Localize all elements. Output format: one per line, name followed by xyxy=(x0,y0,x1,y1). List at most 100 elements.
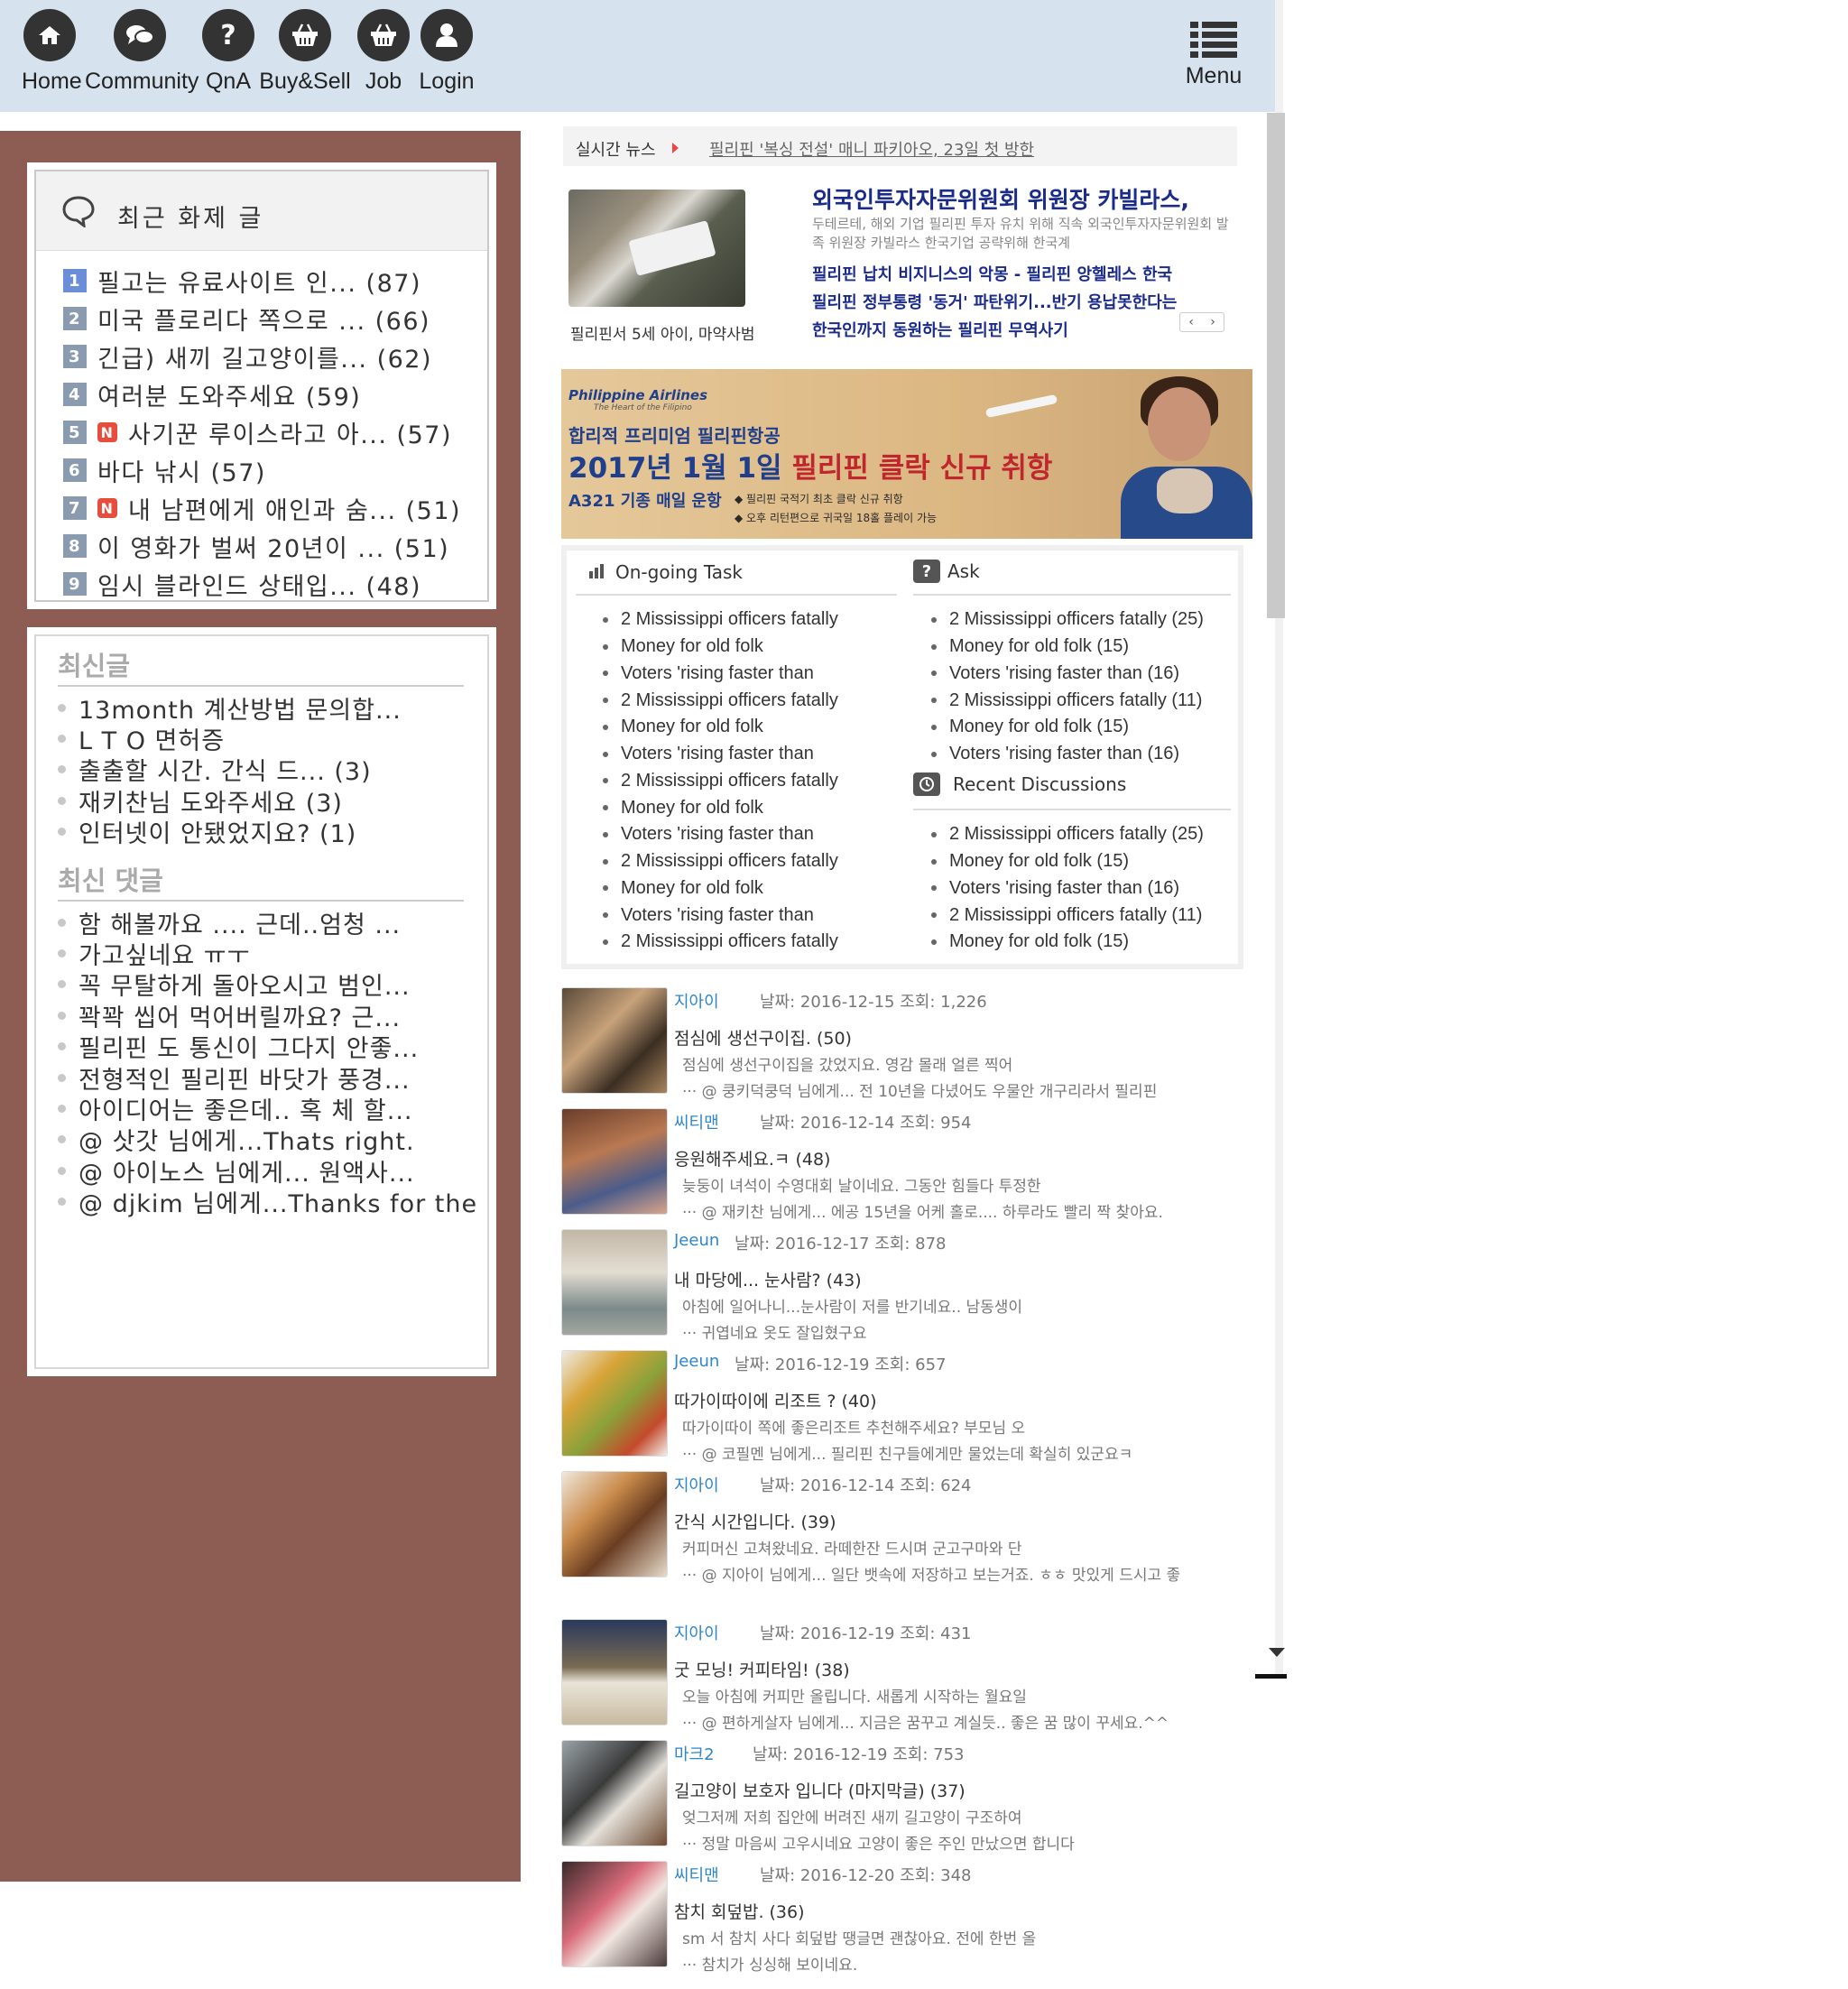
ongoing-task-item[interactable]: Voters 'rising faster than xyxy=(603,902,838,929)
ask-item-text[interactable]: Money for old folk (15) xyxy=(949,636,1129,657)
latest-comment-item-text[interactable]: 가고싶네요 ㅠㅜ xyxy=(79,936,250,971)
nav-community[interactable]: Community xyxy=(85,9,199,95)
post-comment[interactable]: ··· @ 지아이 님에게... 일단 뱃속에 저장하고 보는거죠. ㅎㅎ 맛있… xyxy=(682,1563,1252,1589)
recent-discussion-item-text[interactable]: Voters 'rising faster than (16) xyxy=(949,878,1179,899)
news-headline[interactable]: 외국인투자자문위원회 위원장 카빌라스, xyxy=(812,182,1189,215)
post-comment[interactable]: ··· @ 쿵키덕쿵덕 님에게... 전 10년을 다녔어도 우물안 개구리라서… xyxy=(682,1079,1252,1106)
post-comment[interactable]: ··· @ 편하게살자 님에게... 지금은 꿈꾸고 계실듯.. 좋은 꿈 많이… xyxy=(682,1711,1252,1737)
scrollbar-thumb[interactable] xyxy=(1267,113,1285,618)
ask-item-text[interactable]: 2 Mississippi officers fatally (11) xyxy=(949,690,1202,711)
menu-button[interactable]: Menu xyxy=(1173,20,1254,89)
ongoing-task-item-text[interactable]: Money for old folk xyxy=(621,878,763,899)
latest-comment-item[interactable]: @ djkim 님에게...Thanks for the xyxy=(58,1184,477,1219)
ongoing-task-item[interactable]: Money for old folk xyxy=(603,714,838,741)
hot-topic-link[interactable]: 미국 플로리다 쪽으로 ... (66) xyxy=(97,301,430,337)
post-author[interactable]: 지아이 xyxy=(674,1621,719,1644)
nav-job[interactable]: Job xyxy=(356,9,411,95)
recent-discussion-item-text[interactable]: Money for old folk (15) xyxy=(949,931,1129,952)
hot-topic-link[interactable]: 긴급) 새끼 길고양이를... (62) xyxy=(97,339,432,375)
ongoing-task-item-text[interactable]: 2 Mississippi officers fatally xyxy=(621,771,838,791)
hot-topic-link[interactable]: 내 남편에게 애인과 숨... (51) xyxy=(128,491,461,526)
news-photo[interactable] xyxy=(568,190,745,307)
post-author[interactable]: 마크2 xyxy=(674,1742,715,1765)
recent-discussion-item[interactable]: 2 Mississippi officers fatally (25) xyxy=(931,821,1204,848)
ongoing-task-item-text[interactable]: 2 Mississippi officers fatally xyxy=(621,851,838,872)
ask-item-text[interactable]: 2 Mississippi officers fatally (25) xyxy=(949,609,1204,630)
ask-item[interactable]: Money for old folk (15) xyxy=(931,714,1204,741)
latest-comment-item-text[interactable]: 필리핀 도 통신이 그다지 안좋... xyxy=(79,1029,419,1064)
hot-topic-link[interactable]: 필고는 유료사이트 인... (87) xyxy=(97,264,421,299)
ongoing-task-item[interactable]: 2 Mississippi officers fatally xyxy=(603,606,838,634)
post-title[interactable]: 굿 모닝! 커피타임! (38) xyxy=(674,1657,850,1681)
latest-comment-item[interactable]: 아이디어는 좋은데.. 혹 체 할... xyxy=(58,1093,477,1125)
hot-topic-link[interactable]: 임시 블라인드 상태입... (48) xyxy=(97,567,421,602)
recent-discussion-item-text[interactable]: Money for old folk (15) xyxy=(949,851,1129,872)
ask-item[interactable]: 2 Mississippi officers fatally (11) xyxy=(931,687,1204,714)
post-thumbnail[interactable] xyxy=(561,1471,668,1577)
post-comment[interactable]: ··· @ 코필멘 님에게... 필리핀 친구들에게만 물었는데 확실히 있군요… xyxy=(682,1442,1252,1468)
ongoing-task-item-text[interactable]: 2 Mississippi officers fatally xyxy=(621,690,838,711)
nav-login[interactable]: Login xyxy=(419,9,475,95)
latest-post-item[interactable]: 출출할 시간. 간식 드... (3) xyxy=(58,752,402,787)
recent-discussion-item-text[interactable]: 2 Mississippi officers fatally (11) xyxy=(949,905,1202,926)
recent-discussion-item-text[interactable]: 2 Mississippi officers fatally (25) xyxy=(949,824,1204,845)
latest-comment-item[interactable]: 함 해볼까요 .... 근데..엄청 ... xyxy=(58,905,477,940)
ongoing-task-item[interactable]: 2 Mississippi officers fatally xyxy=(603,929,838,956)
latest-post-item[interactable]: 인터넷이 안됐었지요? (1) xyxy=(58,814,402,849)
post-title[interactable]: 점심에 생선구이집. (50) xyxy=(674,1025,852,1050)
ask-item[interactable]: Voters 'rising faster than (16) xyxy=(931,741,1204,768)
hot-topic-item[interactable]: 1 필고는 유료사이트 인... (87) xyxy=(63,262,461,300)
prev-arrow-icon[interactable]: ‹ xyxy=(1180,313,1202,331)
latest-comment-item-text[interactable]: 꽉꽉 씹어 먹어버릴까요? 근... xyxy=(79,998,401,1033)
ongoing-task-item[interactable]: Money for old folk xyxy=(603,794,838,821)
post-thumbnail[interactable] xyxy=(561,1350,668,1457)
latest-comment-item-text[interactable]: 함 해볼까요 .... 근데..엄청 ... xyxy=(79,905,401,940)
post-author[interactable]: 지아이 xyxy=(674,1473,719,1496)
post-author[interactable]: 지아이 xyxy=(674,989,719,1013)
post-comment[interactable]: ··· 참치가 싱싱해 보이네요. xyxy=(682,1953,1252,1979)
ticker-link[interactable]: 필리핀 '복싱 전설' 매니 파키아오, 23일 첫 방한 xyxy=(709,137,1034,161)
hot-topic-item[interactable]: 8 이 영화가 벌써 20년이 ... (51) xyxy=(63,527,461,565)
ask-item[interactable]: Voters 'rising faster than (16) xyxy=(931,661,1204,688)
post-author[interactable]: Jeeun xyxy=(674,1352,719,1371)
post-title[interactable]: 길고양이 보호자 입니다 (마지막글) (37) xyxy=(674,1778,966,1802)
latest-comment-item[interactable]: 전형적인 필리핀 바닷가 풍경... xyxy=(58,1062,477,1095)
nav-home[interactable]: Home xyxy=(22,9,82,95)
latest-comment-item[interactable]: 가고싶네요 ㅠㅜ xyxy=(58,936,477,971)
recent-discussion-item[interactable]: Money for old folk (15) xyxy=(931,848,1204,875)
post-title[interactable]: 따가이따이에 리조트 ? (40) xyxy=(674,1388,877,1412)
latest-post-item-text[interactable]: L T O 면허증 xyxy=(79,721,225,756)
airline-ad-banner[interactable]: Philippine Airlines The Heart of the Fil… xyxy=(561,369,1252,539)
latest-comment-item[interactable]: 필리핀 도 통신이 그다지 안좋... xyxy=(58,1029,477,1064)
hot-topic-item[interactable]: 5 N 사기꾼 루이스라고 아... (57) xyxy=(63,413,461,451)
ongoing-task-item-text[interactable]: Voters 'rising faster than xyxy=(621,744,814,764)
ongoing-task-item-text[interactable]: Money for old folk xyxy=(621,717,763,737)
latest-post-item-text[interactable]: 인터넷이 안됐었지요? (1) xyxy=(79,814,356,849)
hot-topic-link[interactable]: 사기꾼 루이스라고 아... (57) xyxy=(128,415,452,450)
ask-item[interactable]: 2 Mississippi officers fatally (25) xyxy=(931,606,1204,634)
news-photo-caption[interactable]: 필리핀서 5세 아이, 마약사범 xyxy=(570,321,754,344)
hot-topic-item[interactable]: 2 미국 플로리다 쪽으로 ... (66) xyxy=(63,300,461,338)
post-comment[interactable]: ··· 정말 마음씨 고우시네요 고양이 좋은 주인 만났으면 합니다 xyxy=(682,1832,1252,1858)
post-comment[interactable]: ··· 귀엽네요 옷도 잘입혔구요 xyxy=(682,1321,1252,1347)
nav-buy-sell[interactable]: Buy&Sell xyxy=(259,9,351,95)
latest-comment-item[interactable]: @ 아이노스 님에게... 원액사... xyxy=(58,1153,477,1189)
latest-comment-item-text[interactable]: @ djkim 님에게...Thanks for the xyxy=(79,1184,477,1219)
latest-comment-item-text[interactable]: @ 아이노스 님에게... 원액사... xyxy=(79,1153,415,1189)
post-title[interactable]: 내 마당에... 눈사람? (43) xyxy=(674,1267,862,1291)
post-author[interactable]: Jeeun xyxy=(674,1231,719,1250)
ask-item[interactable]: Money for old folk (15) xyxy=(931,634,1204,661)
ask-item-text[interactable]: Voters 'rising faster than (16) xyxy=(949,744,1179,764)
ongoing-task-item[interactable]: Money for old folk xyxy=(603,634,838,661)
post-thumbnail[interactable] xyxy=(561,1619,668,1725)
ongoing-task-item-text[interactable]: 2 Mississippi officers fatally xyxy=(621,931,838,952)
latest-post-item-text[interactable]: 재키찬님 도와주세요 (3) xyxy=(79,783,343,819)
next-arrow-icon[interactable]: › xyxy=(1202,313,1224,331)
post-author[interactable]: 씨티맨 xyxy=(674,1110,719,1133)
ongoing-task-item-text[interactable]: Voters 'rising faster than xyxy=(621,824,814,845)
latest-comment-item[interactable]: 꽉꽉 씹어 먹어버릴까요? 근... xyxy=(58,998,477,1033)
ask-item-text[interactable]: Money for old folk (15) xyxy=(949,717,1129,737)
recent-discussion-item[interactable]: 2 Mississippi officers fatally (11) xyxy=(931,902,1204,929)
ongoing-task-item-text[interactable]: Voters 'rising faster than xyxy=(621,905,814,926)
latest-post-item-text[interactable]: 출출할 시간. 간식 드... (3) xyxy=(79,752,372,787)
